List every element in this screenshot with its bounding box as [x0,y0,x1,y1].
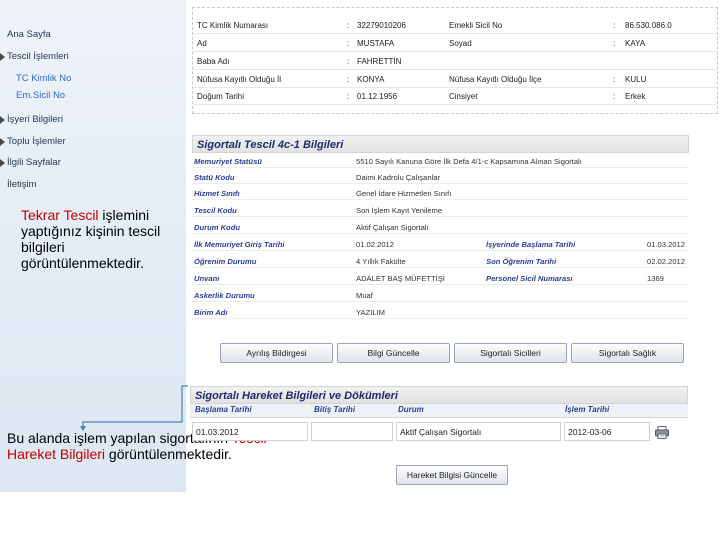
detail-row: Durum Kodu Aktif Çalışan Sigortalı [192,221,689,234]
ayrilis-bildirgesi-button[interactable]: Ayrılış Bildirgesi [220,343,333,363]
identity-row: Baba Adı : FAHRETTİN [193,53,717,70]
identity-row: Nüfusa Kayıtlı Olduğu İl : KONYA Nüfusa … [193,71,717,88]
details-section-title: Sigortalı Tescil 4c-1 Bilgileri [192,135,689,153]
detail-row: Öğrenim Durumu 4 Yıllık Fakülte Son Öğre… [192,255,689,268]
printer-icon[interactable] [655,426,669,439]
detail-row: Tescil Kodu Son İşlem Kayıt Yenileme [192,204,689,217]
movements-section-title: Sigortalı Hareket Bilgileri ve Dökümleri [190,386,688,404]
movement-baslama-cell: 01.03.2012 [192,422,308,441]
movement-islem-cell: 2012-03-06 [564,422,650,441]
column-header-baslama: Başlama Tarihi [195,405,252,414]
identity-row: Ad : MUSTAFA Soyad : KAYA [193,35,717,52]
detail-row: Memuriyet Statüsü 5510 Sayılı Kanuna Gör… [192,155,689,168]
column-header-bitis: Bitiş Tarihi [314,405,356,414]
identity-panel: TC Kimlik Numarası : 32279010206 Emekli … [192,7,718,114]
movement-bitis-cell [311,422,393,441]
column-header-durum: Durum [398,405,424,414]
column-header-islem: İşlem Tarihi [565,405,610,414]
detail-row: Statü Kodu Daimi Kadrolu Çalışanlar [192,171,689,184]
identity-row: Doğum Tarihi : 01.12.1956 Cinsiyet : Erk… [193,88,717,105]
hareket-bilgisi-guncelle-button[interactable]: Hareket Bilgisi Güncelle [396,465,508,485]
movements-header-row [190,404,688,418]
movement-durum-cell: Aktif Çalışan Sigortalı [396,422,561,441]
sigortali-sicilleri-button[interactable]: Sigortalı Sicilleri [454,343,567,363]
identity-row: TC Kimlik Numarası : 32279010206 Emekli … [193,17,717,34]
detail-row: İlk Memuriyet Giriş Tarihi 01.02.2012 İş… [192,238,689,251]
detail-row: Unvanı ADALET BAŞ MÜFETTİŞİ Personel Sic… [192,272,689,285]
bilgi-guncelle-button[interactable]: Bilgi Güncelle [337,343,450,363]
detail-row: Askerlik Durumu Muaf [192,289,689,302]
detail-row: Hizmet Sınıfı Genel İdare Hizmetleri Sın… [192,187,689,200]
detail-row: Birim Adı YAZILIM [192,306,689,319]
sigortali-saglik-button[interactable]: Sigortalı Sağlık [571,343,684,363]
